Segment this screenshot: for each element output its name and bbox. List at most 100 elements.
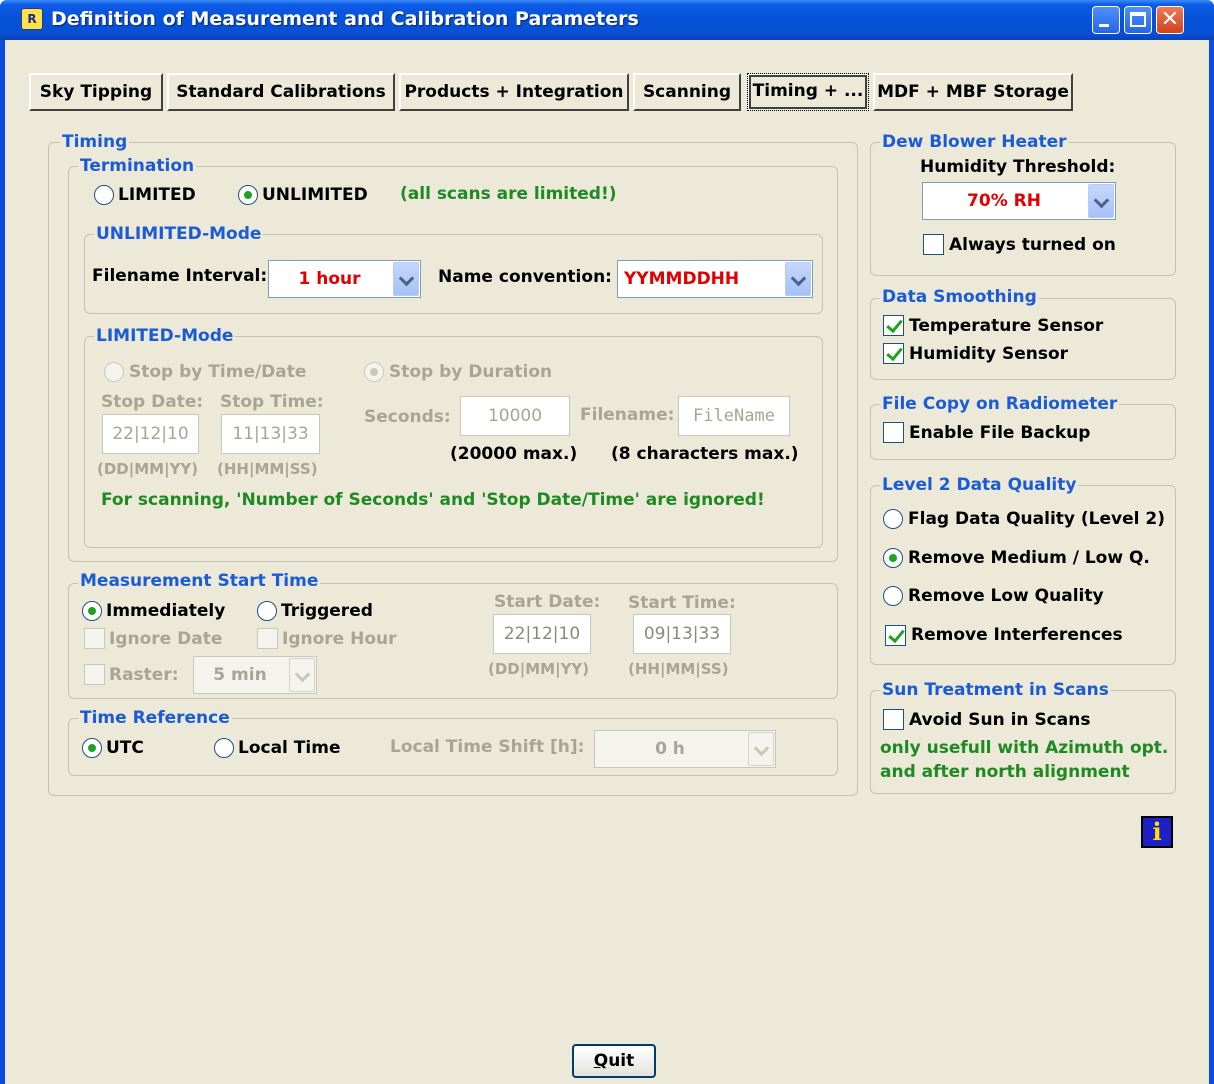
unlimited-mode-title: UNLIMITED-Mode bbox=[94, 224, 264, 244]
chevron-down-icon[interactable] bbox=[289, 658, 315, 692]
filename-interval-select[interactable]: 1 hour bbox=[268, 260, 421, 298]
tab-standard-calibrations[interactable]: Standard Calibrations bbox=[167, 73, 395, 111]
seconds-label: Seconds: bbox=[364, 407, 451, 427]
remove-interferences-label: Remove Interferences bbox=[911, 625, 1123, 645]
quit-button[interactable]: Quit bbox=[572, 1044, 656, 1078]
seconds-field[interactable]: 10000 bbox=[460, 396, 570, 436]
remove-medium-low-radio[interactable] bbox=[883, 548, 903, 568]
limited-mode-title: LIMITED-Mode bbox=[94, 326, 236, 346]
timing-group-title: Timing bbox=[60, 132, 130, 152]
tab-timing[interactable]: Timing + ... bbox=[747, 73, 869, 111]
chevron-down-icon[interactable] bbox=[1088, 184, 1114, 218]
window: R Definition of Measurement and Calibrat… bbox=[0, 0, 1214, 1084]
stop-time-field[interactable]: 11|13|33 bbox=[221, 414, 320, 454]
immediately-label: Immediately bbox=[106, 601, 226, 621]
start-date-format: (DD|MM|YY) bbox=[488, 660, 590, 678]
humidity-sensor-label: Humidity Sensor bbox=[909, 344, 1069, 364]
raster-value: 5 min bbox=[213, 665, 267, 685]
humidity-threshold-select[interactable]: 70% RH bbox=[922, 182, 1116, 220]
utc-label: UTC bbox=[106, 738, 144, 758]
sun-note-line1: only usefull with Azimuth opt. bbox=[880, 738, 1169, 758]
quit-label: uit bbox=[608, 1051, 635, 1071]
filename-label: Filename: bbox=[580, 405, 675, 425]
dew-blower-title: Dew Blower Heater bbox=[880, 132, 1069, 152]
unlimited-radio[interactable] bbox=[238, 185, 258, 205]
app-icon: R bbox=[21, 8, 43, 30]
ignore-hour-checkbox[interactable] bbox=[257, 628, 278, 649]
tab-sky-tipping[interactable]: Sky Tipping bbox=[29, 73, 163, 111]
remove-interferences-checkbox[interactable] bbox=[885, 625, 906, 646]
time-reference-title: Time Reference bbox=[78, 708, 232, 728]
tab-scanning[interactable]: Scanning bbox=[633, 73, 741, 111]
ignore-date-label: Ignore Date bbox=[109, 629, 223, 649]
minimize-button[interactable] bbox=[1092, 6, 1120, 34]
triggered-radio[interactable] bbox=[257, 601, 277, 621]
name-convention-select[interactable]: YYMMDDHH bbox=[617, 260, 813, 298]
start-time-title: Measurement Start Time bbox=[78, 571, 321, 591]
humidity-threshold-value: 70% RH bbox=[967, 191, 1041, 211]
avoid-sun-checkbox[interactable] bbox=[883, 709, 904, 730]
humidity-sensor-checkbox[interactable] bbox=[883, 343, 904, 364]
chevron-down-icon[interactable] bbox=[785, 262, 811, 296]
humidity-threshold-label: Humidity Threshold: bbox=[920, 157, 1116, 177]
quit-accelerator: Q bbox=[593, 1051, 609, 1071]
data-smoothing-title: Data Smoothing bbox=[880, 287, 1039, 307]
minimize-icon bbox=[1099, 24, 1109, 27]
start-time-label: Start Time: bbox=[628, 593, 736, 613]
stop-by-duration-radio[interactable] bbox=[364, 362, 384, 382]
start-time-format: (HH|MM|SS) bbox=[628, 660, 729, 678]
info-icon[interactable]: i bbox=[1141, 816, 1173, 848]
tab-mdf-mbf-storage[interactable]: MDF + MBF Storage bbox=[873, 73, 1073, 111]
maximize-icon bbox=[1130, 12, 1146, 27]
local-time-label: Local Time bbox=[238, 738, 341, 758]
level2-quality-title: Level 2 Data Quality bbox=[880, 475, 1079, 495]
termination-title: Termination bbox=[78, 156, 197, 176]
maximize-button[interactable] bbox=[1124, 6, 1152, 34]
termination-note: (all scans are limited!) bbox=[400, 184, 617, 204]
sun-note-line2: and after north alignment bbox=[880, 762, 1130, 782]
limited-radio[interactable] bbox=[94, 185, 114, 205]
seconds-max: (20000 max.) bbox=[450, 444, 578, 464]
dialog-client: Sky Tipping Standard Calibrations Produc… bbox=[5, 40, 1209, 1084]
local-time-radio[interactable] bbox=[214, 738, 234, 758]
raster-label: Raster: bbox=[109, 665, 179, 685]
triggered-label: Triggered bbox=[281, 601, 373, 621]
local-time-shift-label: Local Time Shift [h]: bbox=[390, 737, 585, 757]
chevron-down-icon[interactable] bbox=[393, 262, 419, 296]
avoid-sun-label: Avoid Sun in Scans bbox=[909, 710, 1091, 730]
start-time-field[interactable]: 09|13|33 bbox=[633, 614, 731, 654]
remove-low-label: Remove Low Quality bbox=[908, 586, 1104, 606]
stop-by-time-radio[interactable] bbox=[104, 362, 124, 382]
ignore-date-checkbox[interactable] bbox=[84, 628, 105, 649]
flag-quality-label: Flag Data Quality (Level 2) bbox=[908, 509, 1165, 529]
limited-label: LIMITED bbox=[118, 185, 196, 205]
unlimited-label: UNLIMITED bbox=[262, 185, 368, 205]
flag-quality-radio[interactable] bbox=[883, 509, 903, 529]
close-icon: ✕ bbox=[1160, 7, 1180, 32]
immediately-radio[interactable] bbox=[82, 601, 102, 621]
raster-checkbox[interactable] bbox=[84, 664, 105, 685]
name-convention-label: Name convention: bbox=[438, 267, 612, 287]
tab-products-integration[interactable]: Products + Integration bbox=[399, 73, 629, 111]
stop-by-time-label: Stop by Time/Date bbox=[129, 362, 307, 382]
remove-medium-low-label: Remove Medium / Low Q. bbox=[908, 548, 1150, 568]
close-button[interactable]: ✕ bbox=[1156, 6, 1184, 34]
start-date-field[interactable]: 22|12|10 bbox=[493, 614, 591, 654]
temperature-sensor-checkbox[interactable] bbox=[883, 315, 904, 336]
title-bar[interactable]: R Definition of Measurement and Calibrat… bbox=[0, 0, 1214, 40]
local-time-shift-select[interactable]: 0 h bbox=[594, 730, 776, 768]
stop-time-format: (HH|MM|SS) bbox=[217, 460, 318, 478]
utc-radio[interactable] bbox=[82, 738, 102, 758]
file-backup-checkbox[interactable] bbox=[883, 422, 904, 443]
filename-max: (8 characters max.) bbox=[611, 444, 799, 464]
file-copy-title: File Copy on Radiometer bbox=[880, 394, 1120, 414]
always-on-label: Always turned on bbox=[949, 235, 1116, 255]
chevron-down-icon[interactable] bbox=[748, 732, 774, 766]
remove-low-radio[interactable] bbox=[883, 586, 903, 606]
filename-interval-label: Filename Interval: bbox=[92, 266, 268, 286]
start-date-label: Start Date: bbox=[494, 592, 601, 612]
stop-date-field[interactable]: 22|12|10 bbox=[102, 414, 199, 454]
raster-select[interactable]: 5 min bbox=[193, 656, 317, 694]
always-on-checkbox[interactable] bbox=[923, 234, 944, 255]
filename-field[interactable]: FileName bbox=[678, 396, 790, 436]
